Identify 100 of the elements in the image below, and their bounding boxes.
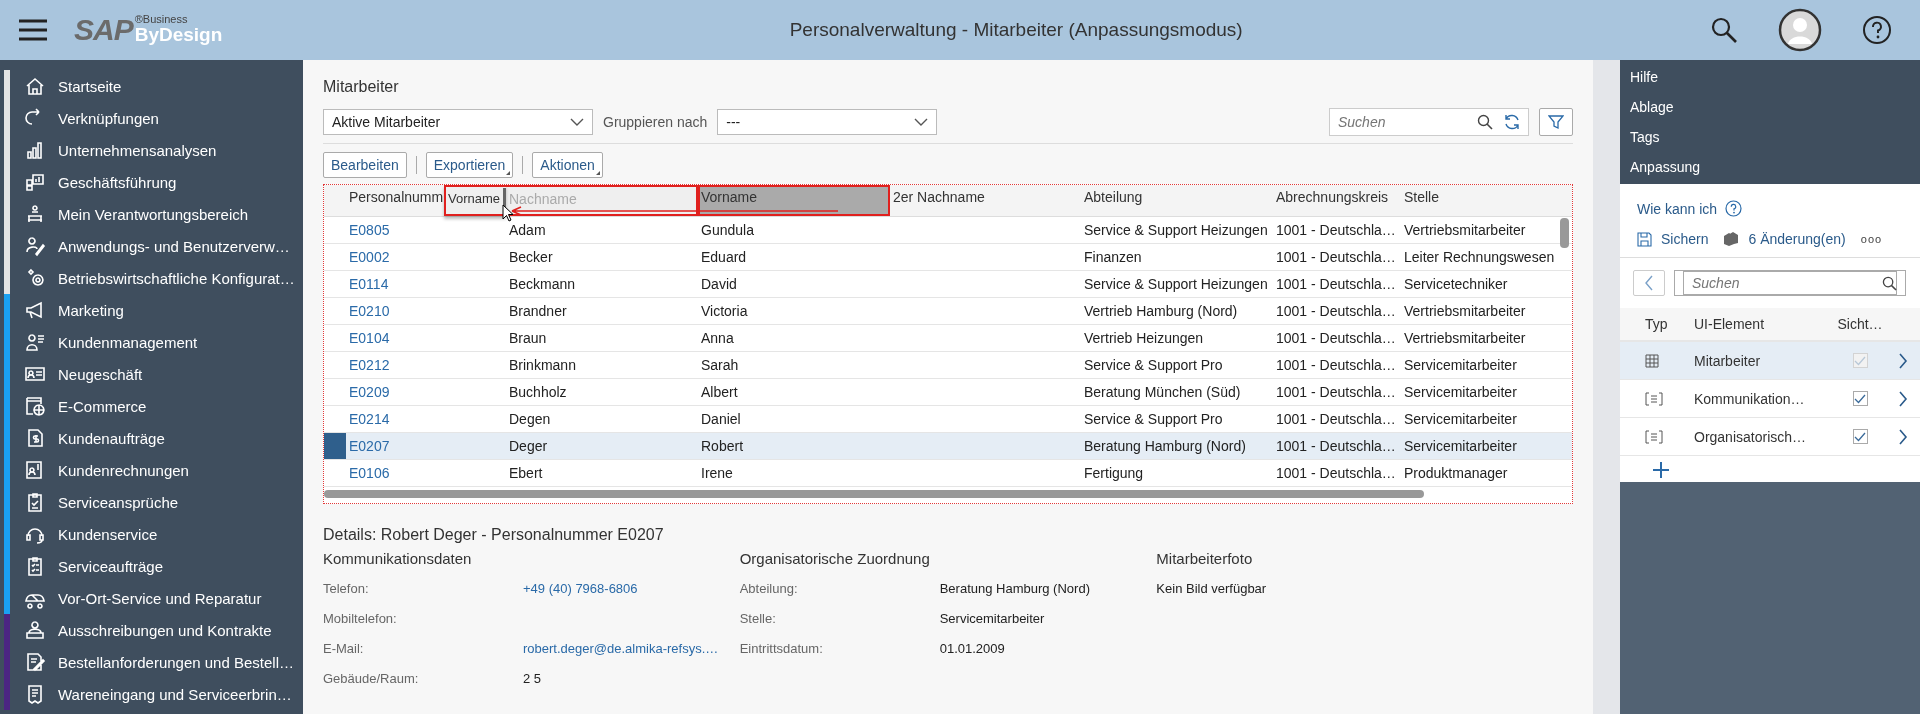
employee-link[interactable]: E0210 — [346, 303, 506, 319]
group-dropdown[interactable]: --- — [717, 109, 938, 135]
field-label: Telefon: — [323, 581, 370, 598]
field-label: E-Mail: — [323, 641, 365, 658]
column-header[interactable]: Stelle — [1401, 185, 1566, 216]
table-cell-text: Gundula — [700, 222, 755, 238]
sidebar-item[interactable]: Serviceansprüche — [0, 486, 303, 518]
employee-link[interactable]: E0209 — [346, 384, 506, 400]
panel-menu-item[interactable]: Hilfe — [1620, 62, 1920, 92]
field-value: Servicemitarbeiter — [939, 611, 1045, 628]
field-link[interactable]: +49 (40) 7968-6806 — [523, 581, 638, 611]
section-heading: Organisatorische Zuordnung — [739, 550, 931, 567]
sidebar-item[interactable]: Kundenaufträge — [0, 422, 303, 454]
changes-link[interactable]: 6 Änderung(en) — [1748, 231, 1846, 247]
table-row[interactable]: E0209 Buchholz Albert Beratung München (Süd) 1001 - Deutschla… Servicemitarbeiter — [324, 379, 1572, 406]
table-cell-text: Albert — [700, 384, 739, 400]
panel-menu-item[interactable]: Ablage — [1620, 92, 1920, 122]
table-row[interactable]: E0114 Beckmann David Service & Support Heizungen 1001 - Deutschla… Servicetechniker — [324, 271, 1572, 298]
toolbar-button[interactable]: Exportieren — [425, 152, 514, 178]
filter-dropdown[interactable]: Aktive Mitarbeiter — [323, 109, 593, 135]
column-header[interactable]: Abteilung — [1081, 185, 1273, 216]
more-button[interactable]: ooo — [1860, 233, 1883, 245]
logo-product: ByDesign — [134, 25, 223, 44]
employee-link[interactable]: E0207 — [346, 438, 506, 454]
section-heading: Mitarbeiterfoto — [1156, 550, 1254, 567]
sidebar-item[interactable]: Geschäftsführung — [0, 166, 303, 198]
panel-menu-item[interactable]: Anpassung — [1620, 152, 1920, 182]
sidebar-item[interactable]: Kundenrechnungen — [0, 454, 303, 486]
sidebar-item[interactable]: Bestellanforderungen und Bestell… — [0, 646, 303, 678]
table-cell-text: Eduard — [700, 249, 748, 265]
sidebar-item[interactable]: Verknüpfungen — [0, 102, 303, 134]
table-cell-text: Fertigung — [1083, 465, 1145, 481]
employee-link[interactable]: E0114 — [346, 276, 506, 292]
table-cell-text: Sarah — [700, 357, 740, 373]
sidebar-item[interactable]: Anwendungs- und Benutzerverw… — [0, 230, 303, 262]
sidebar-item[interactable]: Kundenmanagement — [0, 326, 303, 358]
table-cell-text: Produktmanager — [1403, 465, 1509, 481]
panel-menu-item[interactable]: Tags — [1620, 122, 1920, 152]
empty-photo-text: Kein Bild verfügbar — [1156, 581, 1268, 596]
search-field[interactable]: Suchen — [1683, 271, 1897, 295]
sidebar-item[interactable]: Ausschreibungen und Kontrakte — [0, 614, 303, 646]
table-cell-text: Braun — [508, 330, 548, 346]
column-header[interactable]: Abrechnungskreis — [1273, 185, 1401, 216]
table-cell-text: 1001 - Deutschla… — [1275, 384, 1397, 400]
table-cell-text: Vertrieb Heizungen — [1083, 330, 1205, 346]
employee-link[interactable]: E0104 — [346, 330, 506, 346]
column-header[interactable]: Vorname — [698, 185, 890, 216]
employee-link[interactable]: E0805 — [346, 222, 506, 238]
table-row[interactable]: E0104 Braun Anna Vertrieb Heizungen 1001 - Deutschla… Vertriebsmitarbeiter — [324, 325, 1572, 352]
sidebar-item[interactable]: Neugeschäft — [0, 358, 303, 390]
save-link[interactable]: Sichern — [1661, 231, 1709, 247]
sidebar-item[interactable]: Betriebswirtschaftliche Konfigurat… — [0, 262, 303, 294]
table-cell-text: Ebert — [508, 465, 544, 481]
field-value: 2 5 — [523, 671, 542, 688]
sidebar-item[interactable]: Kundenservice — [0, 518, 303, 550]
sidebar-item[interactable]: Unternehmensanalysen — [0, 134, 303, 166]
table-cell-text: Servicemitarbeiter — [1403, 384, 1518, 400]
search-field[interactable]: Suchen — [1329, 108, 1529, 136]
field-label: Stelle: — [739, 611, 777, 628]
sidebar-item[interactable]: Wareneingang und Serviceerbrin… — [0, 678, 303, 710]
sidebar-item[interactable]: Marketing — [0, 294, 303, 326]
help-link[interactable]: Wie kann ich — [1637, 200, 1718, 217]
table-row[interactable]: E0210 Brandner Victoria Vertrieb Hamburg (Nord) 1001 - Deutschla… Vertriebsmitarbeiter — [324, 298, 1572, 325]
table-cell-text: Deger — [508, 438, 549, 454]
element-name: Mitarbeiter — [1694, 352, 1762, 369]
table-cell-text: Robert — [700, 438, 745, 454]
element-row[interactable]: Kommunikation… — [1620, 380, 1920, 418]
table-cell-text: 1001 - Deutschla… — [1275, 276, 1397, 292]
sidebar-item[interactable]: Startseite — [0, 70, 303, 102]
sidebar-item[interactable]: Mein Verantwortungsbereich — [0, 198, 303, 230]
toolbar-button[interactable]: Bearbeiten — [323, 152, 407, 178]
table-cell-text: 1001 - Deutschla… — [1275, 222, 1397, 238]
sidebar-item[interactable]: Serviceaufträge — [0, 550, 303, 582]
field-value: Beratung Hamburg (Nord) — [939, 581, 1090, 598]
employee-link[interactable]: E0002 — [346, 249, 506, 265]
table-cell-text: Anna — [700, 330, 735, 346]
element-name: Organisatorisch… — [1694, 428, 1808, 445]
field-link[interactable]: robert.deger@de.almika-refsys.… — [523, 641, 719, 671]
table-row[interactable]: E0207 Deger Robert Beratung Hamburg (Nord) 1001 - Deutschla… Servicemitarbeiter — [324, 433, 1572, 460]
table-cell-text: 1001 - Deutschla… — [1275, 411, 1397, 427]
employee-link[interactable]: E0214 — [346, 411, 506, 427]
table-cell-text: Degen — [508, 411, 552, 427]
column-header[interactable]: 2er Nachname — [890, 185, 1081, 216]
field-label: Mobiltelefon: — [323, 611, 398, 628]
element-row[interactable]: Organisatorisch… — [1620, 418, 1920, 456]
sidebar-item[interactable]: Vor-Ort-Service und Reparatur — [0, 582, 303, 614]
element-name: Kommunikation… — [1694, 390, 1806, 407]
table-row[interactable]: E0106 Ebert Irene Fertigung 1001 - Deutschla… Produktmanager — [324, 460, 1572, 487]
employee-link[interactable]: E0106 — [346, 465, 506, 481]
table-cell-text: 1001 - Deutschla… — [1275, 357, 1397, 373]
toolbar-button[interactable]: Aktionen — [532, 152, 603, 178]
logo-superscript: ®Business — [134, 14, 189, 25]
employee-link[interactable]: E0212 — [346, 357, 506, 373]
table-cell-text: 1001 - Deutschla… — [1275, 438, 1397, 454]
sidebar-item[interactable]: E-Commerce — [0, 390, 303, 422]
logo-brand: SAP — [74, 14, 133, 46]
table-cell-text: Brandner — [508, 303, 568, 319]
field-label: Gebäude/Raum: — [323, 671, 420, 688]
table-row[interactable]: E0212 Brinkmann Sarah Service & Support Pro 1001 - Deutschla… Servicemitarbeiter — [324, 352, 1572, 379]
table-row[interactable]: E0002 Becker Eduard Finanzen 1001 - Deutschla… Leiter Rechnungswesen — [324, 244, 1572, 271]
